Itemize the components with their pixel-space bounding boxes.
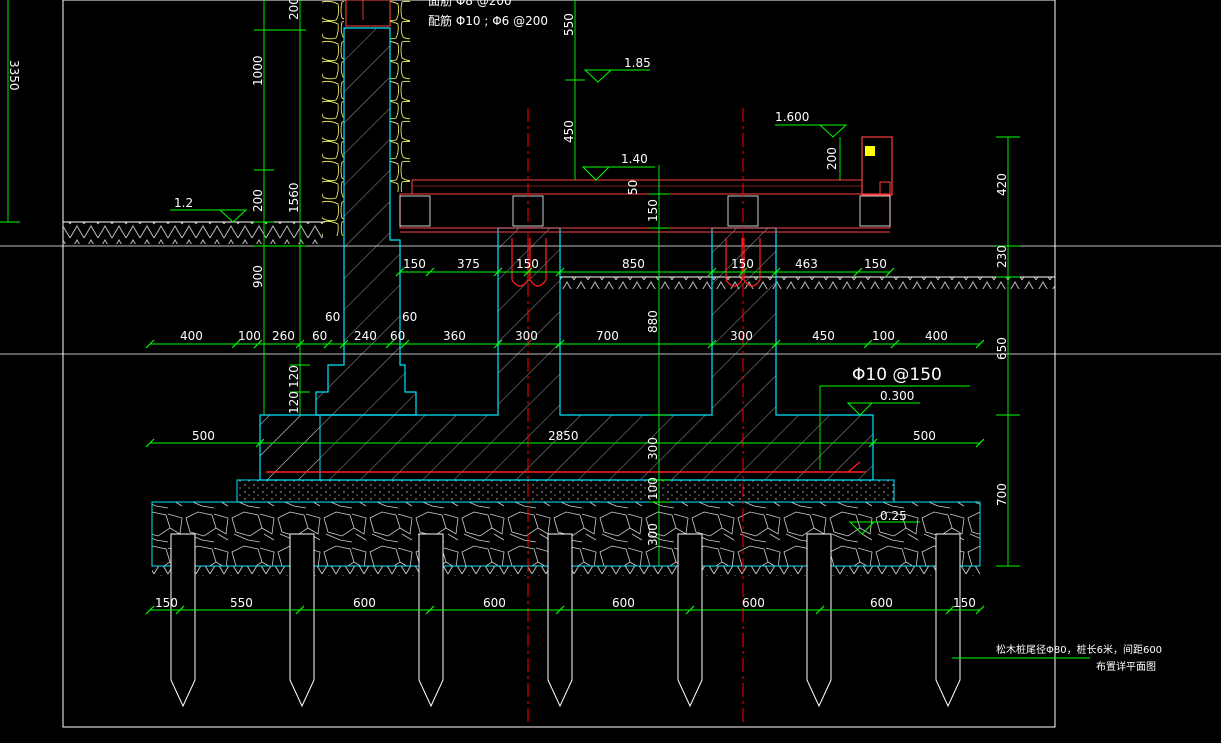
dim-bottom-6: 600: [870, 596, 893, 610]
dim-v-450: 450: [562, 120, 576, 143]
dim-mid-0: 400: [180, 329, 203, 343]
dim-mid-11: 100: [872, 329, 895, 343]
dim-mid-12: 400: [925, 329, 948, 343]
dim-v-3350: 3350: [7, 60, 21, 91]
dim-v-1560: 1560: [287, 182, 301, 213]
elev-12: 1.2: [174, 196, 193, 210]
elev-140: 1.40: [621, 152, 648, 166]
elev-1600: 1.600: [775, 110, 809, 124]
wall-top-red: [345, 0, 391, 27]
timber-pile-6: [935, 533, 961, 708]
floor-beam: [399, 193, 891, 229]
ground-soil-left: [63, 222, 323, 244]
dim-bottom-1: 550: [230, 596, 253, 610]
dim-upper-4: 150: [731, 257, 754, 271]
ground-soil-right: [560, 277, 1055, 289]
stone-wall-face: [322, 0, 344, 236]
dim-bottom-2: 600: [353, 596, 376, 610]
timber-pile-1: [289, 533, 315, 708]
top-note-1: 面筋 Φ8 @200: [428, 0, 512, 8]
dim-mid-small-1: 60: [402, 310, 417, 324]
dim-v-200-mid: 200: [251, 189, 265, 212]
dim-mid-8: 700: [596, 329, 619, 343]
dim-v-120b: 120: [287, 391, 301, 414]
dim-mid-4: 240: [354, 329, 377, 343]
dim-v-200-top: 200: [287, 0, 301, 20]
dim-v-300a: 300: [646, 437, 660, 460]
timber-pile-5: [806, 533, 832, 708]
blinding-layer: [236, 479, 895, 503]
dim-v-100: 100: [646, 477, 660, 500]
dim-mid-7: 300: [515, 329, 538, 343]
timber-pile-0: [170, 533, 196, 708]
timber-pile-3: [547, 533, 573, 708]
dim-mid-3: 60: [312, 329, 327, 343]
rebar-note: Φ10 @150: [852, 365, 942, 385]
cad-section-drawing: 面筋 Φ8 @200 配筋 Φ10 ; Φ6 @200 Φ10 @150 松木桩…: [0, 0, 1221, 728]
elev-025: 0.25: [880, 509, 907, 523]
dim-upper-2: 150: [516, 257, 539, 271]
dim-v-650: 650: [995, 337, 1009, 360]
foundation-left-step: [259, 414, 321, 481]
dim-upper-1: 375: [457, 257, 480, 271]
dim-mid-6: 360: [443, 329, 466, 343]
dim-v-150: 150: [646, 199, 660, 222]
timber-pile-2: [418, 533, 444, 708]
dim-mid-9: 300: [730, 329, 753, 343]
dim-mid-1: 100: [238, 329, 261, 343]
dim-bottom-7: 150: [953, 596, 976, 610]
dim-mid-small-0: 60: [325, 310, 340, 324]
dim-v-550: 550: [562, 13, 576, 36]
dim-v-50: 50: [626, 180, 640, 195]
dim-upper-5: 463: [795, 257, 818, 271]
dim-v-300b: 300: [646, 523, 660, 546]
dim-v-200-right: 200: [825, 147, 839, 170]
dim-bottom-3: 600: [483, 596, 506, 610]
dim-base-1: 2850: [548, 429, 579, 443]
dim-mid-5: 60: [390, 329, 405, 343]
dim-bottom-4: 600: [612, 596, 635, 610]
top-note-2: 配筋 Φ10 ; Φ6 @200: [428, 13, 548, 28]
dim-bottom-5: 600: [742, 596, 765, 610]
elev-0300: 0.300: [880, 389, 914, 403]
dim-mid-2: 260: [272, 329, 295, 343]
elev-185: 1.85: [624, 56, 651, 70]
dim-upper-6: 150: [864, 257, 887, 271]
dim-v-120a: 120: [287, 365, 301, 388]
dim-bottom-0: 150: [155, 596, 178, 610]
dim-v-420: 420: [995, 173, 1009, 196]
dim-upper-0: 150: [403, 257, 426, 271]
dim-v-880: 880: [646, 310, 660, 333]
pile-note: 松木桩尾径Φ80，桩长6米，间距600: [996, 643, 1162, 656]
right-post: [861, 136, 893, 196]
dim-v-230: 230: [995, 245, 1009, 268]
dim-base-2: 500: [913, 429, 936, 443]
dim-mid-10: 450: [812, 329, 835, 343]
dim-v-700: 700: [995, 483, 1009, 506]
stone-wall-face-right: [390, 0, 410, 192]
dim-upper-3: 850: [622, 257, 645, 271]
pile-note-2: 布置详平面图: [1096, 660, 1156, 673]
dim-base-0: 500: [192, 429, 215, 443]
dim-v-900: 900: [251, 265, 265, 288]
dim-v-1000: 1000: [251, 55, 265, 86]
timber-pile-4: [677, 533, 703, 708]
